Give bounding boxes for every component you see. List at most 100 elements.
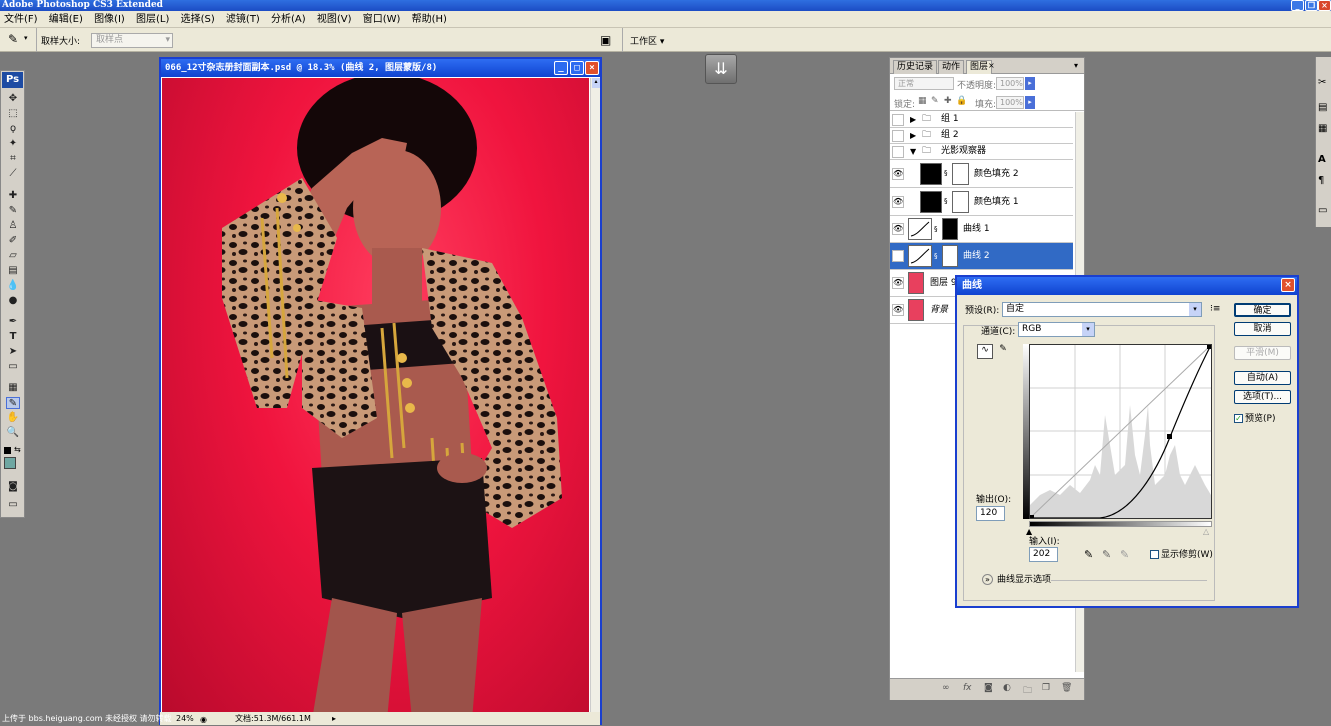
preview-checkbox[interactable]: ✓ [1234,414,1243,423]
navigator-icon[interactable]: ✂ [1318,77,1326,88]
black-point-slider-icon[interactable]: ▲ [1026,527,1032,536]
lock-position-icon[interactable]: ✚ [944,96,952,106]
notes-tool-icon[interactable]: ▦ [6,382,20,394]
collapse-arrow-icon[interactable]: ▼ [910,144,916,159]
eye-icon[interactable]: 👁 [892,277,904,289]
curve-point-tool-icon[interactable]: ∿ [977,344,993,359]
lock-pixels-icon[interactable]: ✎ [931,96,939,106]
eye-icon[interactable]: 👁 [892,250,904,262]
layer-mask-thumbnail[interactable] [942,218,958,240]
fill-slider-icon[interactable]: ▸ [1025,96,1035,109]
menu-window[interactable]: 窗口(W) [359,11,405,28]
channel-select[interactable]: RGB ▾ [1018,322,1095,337]
menu-filter[interactable]: 滤镜(T) [222,11,264,28]
white-eyedropper-icon[interactable]: ✎ [1120,548,1129,561]
character-icon[interactable]: A [1318,154,1326,165]
magic-wand-tool-icon[interactable]: ✦ [6,138,20,150]
visibility-toggle-off[interactable] [892,114,904,126]
layer-row-selected[interactable]: 👁 § 曲线 2 [890,243,1073,270]
gray-eyedropper-icon[interactable]: ✎ [1102,548,1111,561]
tool-preset-dropdown-icon[interactable]: ▾ [24,34,28,42]
info-icon[interactable]: ▤ [1318,102,1327,113]
workspace-menu[interactable]: 工作区 ▾ [630,34,664,47]
lasso-tool-icon[interactable]: ϙ [6,123,20,135]
visibility-toggle-off[interactable] [892,146,904,158]
auto-button[interactable]: 自动(A) [1234,371,1291,385]
link-layers-icon[interactable]: ∞ [942,683,950,693]
add-mask-icon[interactable]: ◙ [984,683,993,693]
maximize-icon[interactable]: □ [570,61,584,75]
lock-all-icon[interactable]: 🔒 [956,96,967,106]
eyedropper-tool-icon[interactable]: ✎ [8,32,18,46]
clone-stamp-tool-icon[interactable]: ♙ [6,220,20,232]
minimize-icon[interactable]: _ [1291,0,1304,11]
menu-image[interactable]: 图像(I) [90,11,129,28]
options-button[interactable]: 选项(T)... [1234,390,1291,404]
menu-file[interactable]: 文件(F) [0,11,42,28]
cancel-button[interactable]: 取消 [1234,322,1291,336]
eye-icon[interactable]: 👁 [892,304,904,316]
blur-tool-icon[interactable]: 💧 [6,280,20,292]
eyedropper-tool-icon[interactable]: ✎ [6,397,20,409]
brush-tool-icon[interactable]: ✎ [6,205,20,217]
sample-size-select[interactable]: 取样点 ▾ [91,33,173,48]
layer-row[interactable]: ▶ 🗀 组 2 [890,128,1073,144]
expand-arrow-icon[interactable]: ▶ [910,128,916,143]
foreground-color-swatch[interactable] [4,457,16,469]
swap-colors-icon[interactable]: ⇆ [14,445,21,454]
tab-close-icon[interactable]: × [988,61,995,70]
ok-button[interactable]: 确定 [1234,303,1291,317]
menu-edit[interactable]: 编辑(E) [45,11,87,28]
scroll-up-icon[interactable]: ▴ [592,78,600,88]
smooth-button[interactable]: 平滑(M) [1234,346,1291,360]
menu-analysis[interactable]: 分析(A) [267,11,310,28]
image-canvas[interactable] [162,78,589,720]
output-field[interactable]: 120 [976,506,1005,521]
history-brush-tool-icon[interactable]: ✐ [6,235,20,247]
bridge-icon[interactable]: ▣ [600,33,611,47]
brushes-icon[interactable]: ▭ [1318,205,1327,216]
dialog-title-bar[interactable]: 曲线 × [957,277,1297,295]
preset-select[interactable]: 自定 ▾ [1002,302,1202,317]
path-selection-tool-icon[interactable]: ➤ [6,346,20,358]
opacity-field[interactable]: 100% [996,77,1024,90]
type-tool-icon[interactable]: T [6,331,20,343]
vertical-scrollbar[interactable]: ▴ [590,78,600,720]
gradient-tool-icon[interactable]: ▤ [6,265,20,277]
blend-mode-select[interactable]: 正常 [894,77,954,90]
hand-tool-icon[interactable]: ✋ [6,412,20,424]
preset-options-icon[interactable]: ⁝≡ [1210,304,1220,314]
trash-icon[interactable]: 🗑 [1061,683,1072,693]
expand-display-options-icon[interactable]: » [982,574,993,585]
move-tool-icon[interactable]: ✥ [6,93,20,105]
new-group-icon[interactable]: 🗀 [1023,683,1032,699]
layer-mask-thumbnail[interactable] [942,245,958,267]
shape-tool-icon[interactable]: ▭ [6,361,20,373]
new-layer-icon[interactable]: ❐ [1042,683,1050,693]
collapse-panels-icon[interactable]: ⇊ [705,54,737,84]
zoom-level[interactable]: 24% [176,712,194,725]
pen-tool-icon[interactable]: ✒ [6,316,20,328]
default-colors-icon[interactable] [4,447,11,454]
histogram-icon[interactable]: ▦ [1318,123,1327,134]
layer-mask-thumbnail[interactable] [952,191,969,213]
lock-transparency-icon[interactable]: ▦ [918,96,927,106]
opacity-slider-icon[interactable]: ▸ [1025,77,1035,90]
menu-layer[interactable]: 图层(L) [132,11,173,28]
restore-icon[interactable]: ❐ [1305,0,1318,11]
close-icon[interactable]: × [1281,278,1295,292]
layer-row[interactable]: ▼ 🗀 光影观察器 [890,144,1073,160]
layer-row[interactable]: 👁 § 颜色填充 1 [890,188,1073,216]
visibility-toggle-off[interactable] [892,130,904,142]
fill-field[interactable]: 100% [996,96,1024,109]
layer-mask-thumbnail[interactable] [952,163,969,185]
eye-icon[interactable]: 👁 [892,168,904,180]
layer-row[interactable]: 👁 § 曲线 1 [890,216,1073,243]
slice-tool-icon[interactable]: ⟋ [6,168,20,180]
link-icon[interactable]: § [934,222,938,237]
menu-select[interactable]: 选择(S) [177,11,219,28]
layer-row[interactable]: ▶ 🗀 组 1 [890,112,1073,128]
tab-actions[interactable]: 动作 [938,60,965,74]
link-icon[interactable]: § [944,166,948,181]
dodge-tool-icon[interactable]: ● [6,295,20,307]
